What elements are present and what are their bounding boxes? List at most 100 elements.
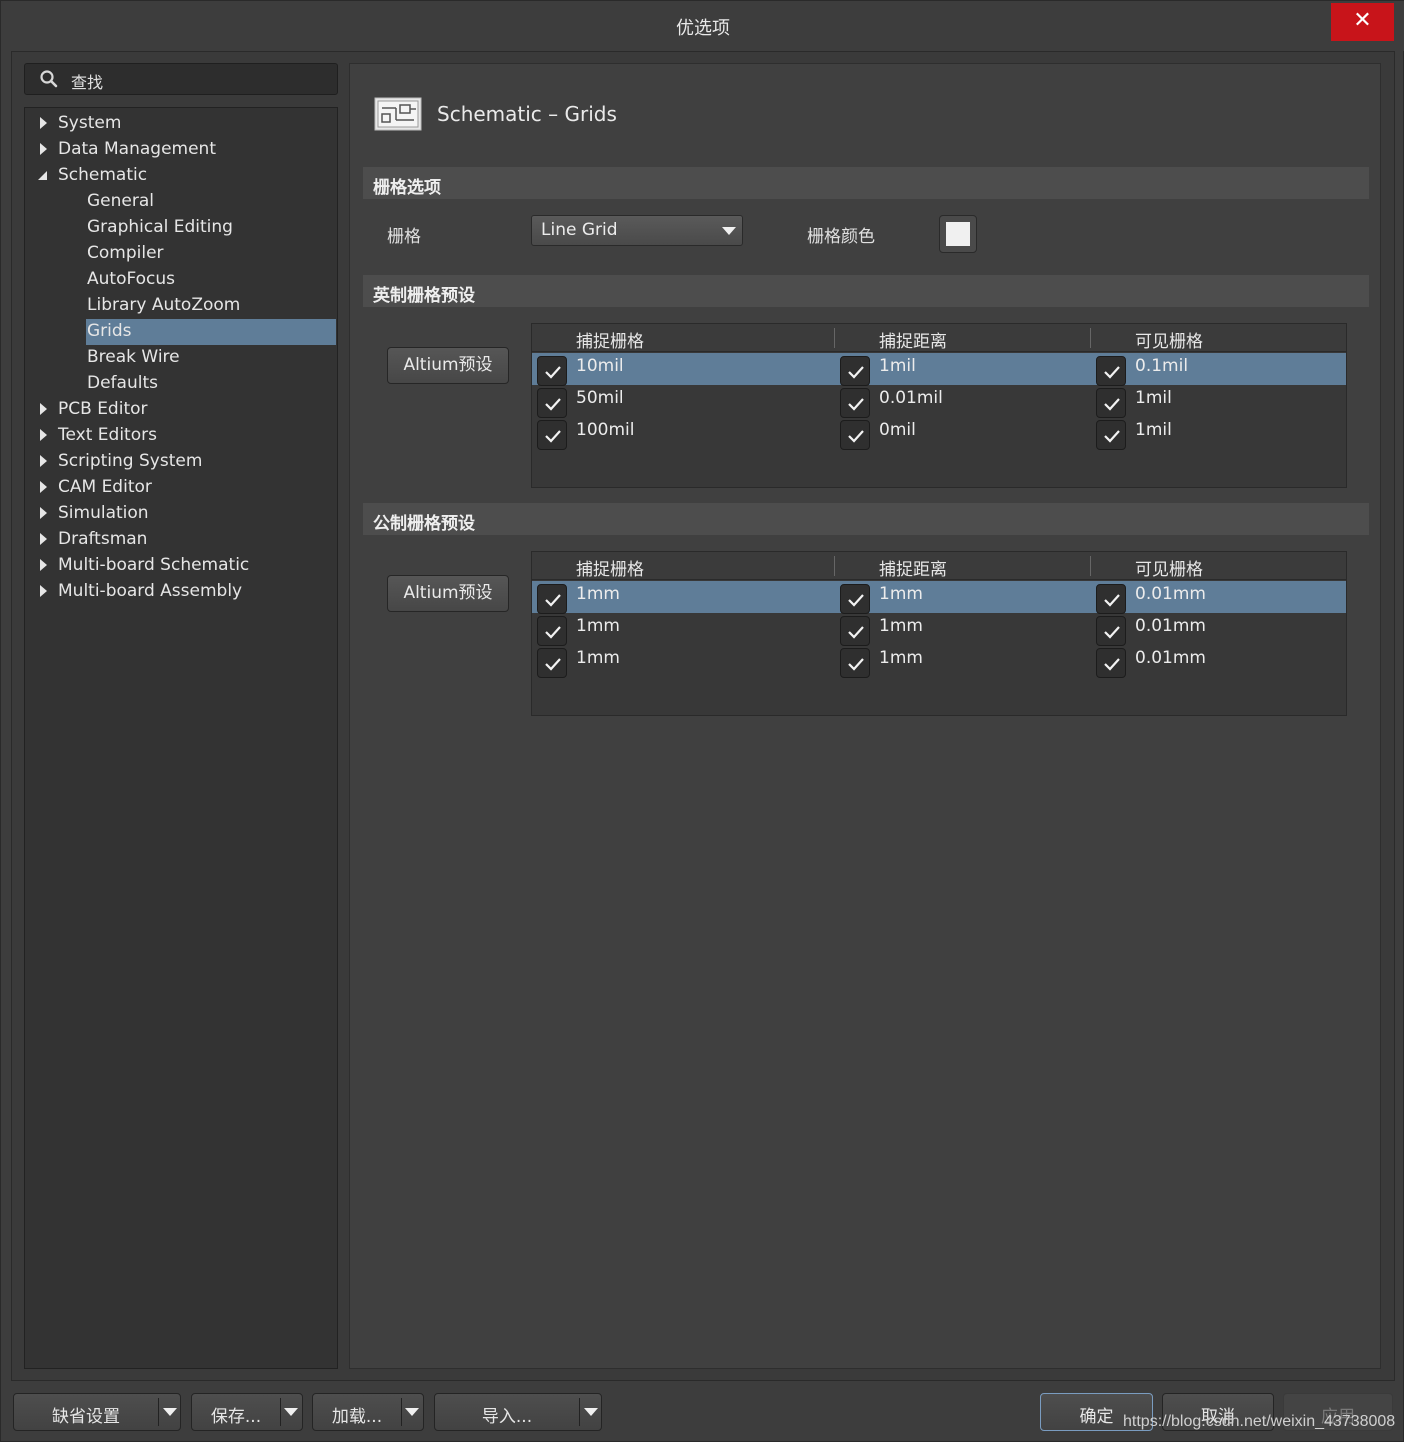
table-cell[interactable]: 1mm: [576, 648, 620, 668]
enabled-checkbox[interactable]: [537, 616, 567, 646]
collapsed-arrow-icon[interactable]: [37, 552, 49, 578]
tree-item-multi-board-assembly[interactable]: Multi-board Assembly: [25, 578, 337, 604]
imperial-altium-preset-button[interactable]: Altium预设: [387, 347, 509, 384]
tree-item-grids[interactable]: Grids: [25, 318, 337, 344]
table-cell[interactable]: 0.01mm: [1135, 584, 1206, 604]
enabled-checkbox[interactable]: [840, 388, 870, 418]
column-header[interactable]: 捕捉栅格: [576, 555, 644, 580]
chevron-down-icon[interactable]: [162, 1407, 178, 1417]
expanded-arrow-icon[interactable]: [37, 162, 49, 188]
tree-item-schematic[interactable]: Schematic: [25, 162, 337, 188]
enabled-checkbox[interactable]: [537, 388, 567, 418]
enabled-checkbox[interactable]: [1096, 356, 1126, 386]
title-bar[interactable]: 优选项 ✕: [1, 1, 1404, 51]
collapsed-arrow-icon[interactable]: [37, 136, 49, 162]
table-row[interactable]: 1mm 1mm 0.01mm: [532, 613, 1346, 646]
tree-item-defaults[interactable]: Defaults: [25, 370, 337, 396]
collapsed-arrow-icon[interactable]: [37, 474, 49, 500]
table-cell[interactable]: 1mm: [879, 616, 923, 636]
enabled-checkbox[interactable]: [1096, 388, 1126, 418]
table-row[interactable]: 100mil 0mil 1mil: [532, 417, 1346, 450]
table-cell[interactable]: 100mil: [576, 420, 634, 440]
column-header[interactable]: 捕捉距离: [879, 327, 947, 352]
table-cell[interactable]: 1mm: [576, 616, 620, 636]
collapsed-arrow-icon[interactable]: [37, 110, 49, 136]
enabled-checkbox[interactable]: [537, 584, 567, 614]
enabled-checkbox[interactable]: [537, 648, 567, 678]
collapsed-arrow-icon[interactable]: [37, 578, 49, 604]
column-header[interactable]: 可见栅格: [1135, 555, 1203, 580]
grid-color-picker[interactable]: [939, 215, 977, 253]
chevron-down-icon[interactable]: [283, 1407, 299, 1417]
tree-item-graphical-editing[interactable]: Graphical Editing: [25, 214, 337, 240]
enabled-checkbox[interactable]: [840, 648, 870, 678]
table-row[interactable]: 1mm 1mm 0.01mm: [532, 581, 1346, 614]
tree-item-scripting-system[interactable]: Scripting System: [25, 448, 337, 474]
enabled-checkbox[interactable]: [537, 420, 567, 450]
enabled-checkbox[interactable]: [840, 420, 870, 450]
chevron-down-icon[interactable]: [583, 1407, 599, 1417]
tree-item-text-editors[interactable]: Text Editors: [25, 422, 337, 448]
grid-type-dropdown[interactable]: Line Grid: [531, 215, 743, 246]
tree-item-compiler[interactable]: Compiler: [25, 240, 337, 266]
save-split-button[interactable]: 保存...: [191, 1393, 303, 1431]
column-header[interactable]: 可见栅格: [1135, 327, 1203, 352]
column-header[interactable]: 捕捉距离: [879, 555, 947, 580]
search-input[interactable]: 查找: [24, 63, 338, 95]
enabled-checkbox[interactable]: [1096, 584, 1126, 614]
tree-item-pcb-editor[interactable]: PCB Editor: [25, 396, 337, 422]
table-cell[interactable]: 1mil: [1135, 388, 1172, 408]
collapsed-arrow-icon[interactable]: [37, 526, 49, 552]
tree-item-draftsman[interactable]: Draftsman: [25, 526, 337, 552]
column-divider[interactable]: [834, 328, 835, 348]
table-cell[interactable]: 0mil: [879, 420, 916, 440]
table-cell[interactable]: 0.01mm: [1135, 648, 1206, 668]
enabled-checkbox[interactable]: [840, 616, 870, 646]
enabled-checkbox[interactable]: [537, 356, 567, 386]
table-row[interactable]: 50mil 0.01mil 1mil: [532, 385, 1346, 418]
tree-item-autofocus[interactable]: AutoFocus: [25, 266, 337, 292]
search-icon: [40, 70, 58, 88]
enabled-checkbox[interactable]: [1096, 420, 1126, 450]
tree-item-multi-board-schematic[interactable]: Multi-board Schematic: [25, 552, 337, 578]
table-cell[interactable]: 1mm: [576, 584, 620, 604]
table-cell[interactable]: 1mil: [1135, 420, 1172, 440]
import-split-button[interactable]: 导入...: [434, 1393, 602, 1431]
table-cell[interactable]: 0.1mil: [1135, 356, 1188, 376]
table-cell[interactable]: 1mil: [879, 356, 916, 376]
table-cell[interactable]: 1mm: [879, 648, 923, 668]
checkmark-icon: [848, 430, 864, 443]
collapsed-arrow-icon[interactable]: [37, 422, 49, 448]
collapsed-arrow-icon[interactable]: [37, 448, 49, 474]
tree-item-label: Schematic: [58, 165, 148, 185]
tree-item-library-autozoom[interactable]: Library AutoZoom: [25, 292, 337, 318]
defaults-split-button[interactable]: 缺省设置: [13, 1393, 181, 1431]
load-split-button[interactable]: 加载...: [312, 1393, 424, 1431]
tree-item-general[interactable]: General: [25, 188, 337, 214]
enabled-checkbox[interactable]: [1096, 648, 1126, 678]
enabled-checkbox[interactable]: [840, 584, 870, 614]
column-divider[interactable]: [834, 556, 835, 576]
metric-altium-preset-button[interactable]: Altium预设: [387, 575, 509, 612]
table-cell[interactable]: 50mil: [576, 388, 624, 408]
tree-item-data-management[interactable]: Data Management: [25, 136, 337, 162]
enabled-checkbox[interactable]: [1096, 616, 1126, 646]
column-divider[interactable]: [1090, 328, 1091, 348]
tree-item-system[interactable]: System: [25, 110, 337, 136]
collapsed-arrow-icon[interactable]: [37, 500, 49, 526]
table-row[interactable]: 10mil 1mil 0.1mil: [532, 353, 1346, 386]
table-row[interactable]: 1mm 1mm 0.01mm: [532, 645, 1346, 678]
table-cell[interactable]: 0.01mm: [1135, 616, 1206, 636]
table-cell[interactable]: 10mil: [576, 356, 624, 376]
column-divider[interactable]: [1090, 556, 1091, 576]
table-cell[interactable]: 1mm: [879, 584, 923, 604]
tree-item-break-wire[interactable]: Break Wire: [25, 344, 337, 370]
close-button[interactable]: ✕: [1331, 3, 1394, 41]
collapsed-arrow-icon[interactable]: [37, 396, 49, 422]
tree-item-cam-editor[interactable]: CAM Editor: [25, 474, 337, 500]
chevron-down-icon[interactable]: [404, 1407, 420, 1417]
tree-item-simulation[interactable]: Simulation: [25, 500, 337, 526]
column-header[interactable]: 捕捉栅格: [576, 327, 644, 352]
table-cell[interactable]: 0.01mil: [879, 388, 943, 408]
enabled-checkbox[interactable]: [840, 356, 870, 386]
